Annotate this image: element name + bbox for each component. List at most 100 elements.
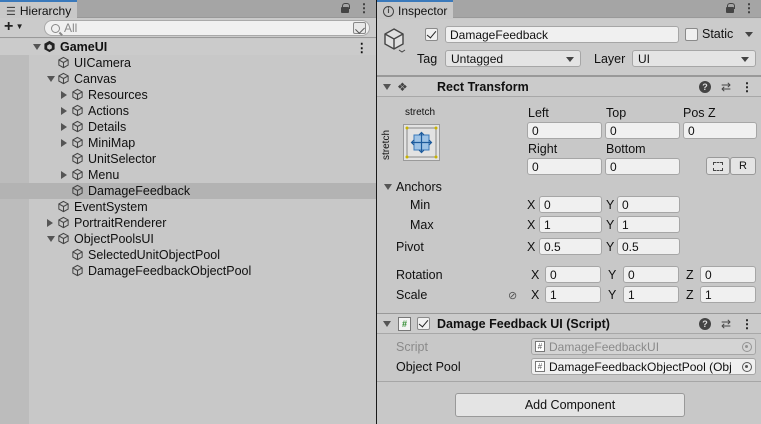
hierarchy-row[interactable]: GameUI ⋮ (0, 39, 376, 55)
object-pool-value: DamageFeedbackObjectPool (Obj (549, 360, 732, 374)
scale-x-field[interactable]: 1 (545, 286, 601, 303)
scale-y-field[interactable]: 1 (623, 286, 679, 303)
active-checkbox[interactable] (425, 28, 438, 41)
collapse-arrow-icon[interactable] (383, 321, 391, 327)
gameobject-icon (72, 136, 83, 149)
script-value: DamageFeedbackUI (549, 340, 660, 354)
hierarchy-row[interactable]: DamageFeedback (0, 183, 376, 199)
gameobject-header: DamageFeedback Static Tag Untagged Layer… (377, 19, 761, 76)
rotation-y-field[interactable]: 0 (623, 266, 679, 283)
bottom-label: Bottom (606, 142, 646, 156)
rotation-x-field[interactable]: 0 (545, 266, 601, 283)
rotation-z-field[interactable]: 0 (700, 266, 756, 283)
gameobject-icon (72, 120, 83, 133)
expanded-arrow-icon[interactable] (33, 44, 41, 50)
tab-hierarchy[interactable]: ☰ Hierarchy (0, 0, 78, 18)
anchor-min-x-field[interactable]: 0 (539, 196, 602, 213)
add-component-button[interactable]: Add Component (455, 393, 685, 417)
hierarchy-row[interactable]: Resources (0, 87, 376, 103)
help-icon[interactable]: ? (698, 318, 711, 330)
hierarchy-row[interactable]: UICamera (0, 55, 376, 71)
component-menu-icon[interactable]: ⋮ (741, 81, 753, 93)
hierarchy-row[interactable]: PortraitRenderer (0, 215, 376, 231)
kebab-menu-icon[interactable]: ⋮ (743, 2, 755, 14)
anchor-max-x-field[interactable]: 1 (539, 216, 602, 233)
gameobject-icon (58, 56, 69, 69)
presets-icon[interactable]: ⇄ (721, 317, 731, 331)
hierarchy-row[interactable]: SelectedUnitObjectPool (0, 247, 376, 263)
collapsed-arrow-icon[interactable] (61, 91, 67, 99)
hierarchy-row[interactable]: Details (0, 119, 376, 135)
bottom-field[interactable]: 0 (605, 158, 680, 175)
component-menu-icon[interactable]: ⋮ (741, 318, 753, 330)
rect-transform-header[interactable]: ❖ Rect Transform ? ⇄ ⋮ (377, 76, 761, 97)
left-field[interactable]: 0 (527, 122, 602, 139)
collapsed-arrow-icon[interactable] (61, 171, 67, 179)
hierarchy-row[interactable]: DamageFeedbackObjectPool (0, 263, 376, 279)
hierarchy-row-label: Details (88, 120, 127, 134)
create-dropdown-button[interactable]: + ▼ (4, 19, 24, 35)
hierarchy-row[interactable]: UnitSelector (0, 151, 376, 167)
constrain-proportions-icon[interactable]: ⊘ (508, 289, 517, 302)
kebab-menu-icon[interactable]: ⋮ (358, 2, 370, 14)
hierarchy-row-label: DamageFeedback (88, 184, 191, 198)
right-field[interactable]: 0 (527, 158, 602, 175)
static-checkbox[interactable] (685, 28, 698, 41)
tab-inspector[interactable]: i Inspector (377, 0, 454, 18)
component-enabled-checkbox[interactable] (417, 317, 430, 330)
anchor-max-y-field[interactable]: 1 (617, 216, 680, 233)
object-picker-icon[interactable] (742, 362, 752, 372)
hierarchy-row-label: SelectedUnitObjectPool (88, 248, 221, 262)
static-label: Static (702, 27, 734, 41)
anchor-preset-button[interactable] (403, 124, 440, 161)
hierarchy-row[interactable]: Menu (0, 167, 376, 183)
posz-field[interactable]: 0 (683, 122, 757, 139)
expanded-arrow-icon[interactable] (47, 236, 55, 242)
collapsed-arrow-icon[interactable] (61, 107, 67, 115)
hierarchy-row[interactable]: Canvas (0, 71, 376, 87)
pivot-x-field[interactable]: 0.5 (539, 238, 602, 255)
pivot-y-field[interactable]: 0.5 (617, 238, 680, 255)
collapse-arrow-icon[interactable] (383, 84, 391, 90)
hierarchy-tab-bar: ☰ Hierarchy ⋮ (0, 0, 376, 18)
hierarchy-row[interactable]: Actions (0, 103, 376, 119)
top-label: Top (606, 106, 627, 120)
collapsed-arrow-icon[interactable] (61, 139, 67, 147)
expanded-arrow-icon[interactable] (47, 76, 55, 82)
layer-dropdown[interactable]: UI (632, 50, 756, 67)
collapsed-arrow-icon[interactable] (47, 219, 53, 227)
gameobject-icon (72, 104, 83, 117)
top-field[interactable]: 0 (605, 122, 680, 139)
hierarchy-row-label: ObjectPoolsUI (74, 232, 154, 246)
hierarchy-row-label: EventSystem (74, 200, 148, 214)
search-icon (51, 23, 60, 33)
hierarchy-row[interactable]: MiniMap (0, 135, 376, 151)
anchors-expand-arrow-icon[interactable] (384, 184, 392, 190)
hierarchy-row[interactable]: ObjectPoolsUI (0, 231, 376, 247)
dropdown-arrow-icon: ▼ (13, 22, 24, 31)
tag-dropdown[interactable]: Untagged (445, 50, 581, 67)
object-pool-field[interactable]: # DamageFeedbackObjectPool (Obj (531, 358, 756, 375)
rotation-label: Rotation (396, 268, 443, 282)
search-input[interactable]: All (44, 20, 370, 36)
help-icon[interactable]: ? (698, 81, 711, 93)
script-component-header[interactable]: # Damage Feedback UI (Script) ? ⇄ ⋮ (377, 313, 761, 334)
lock-icon[interactable] (726, 3, 735, 13)
presets-icon[interactable]: ⇄ (721, 80, 731, 94)
scene-menu-icon[interactable]: ⋮ (356, 40, 369, 55)
script-component-title: Damage Feedback UI (Script) (437, 317, 610, 331)
collapsed-arrow-icon[interactable] (61, 123, 67, 131)
scale-y-label: Y (608, 288, 617, 302)
lock-icon[interactable] (341, 3, 350, 13)
gameobject-icon (72, 88, 83, 101)
gameobject-icon[interactable] (382, 27, 406, 53)
raw-edit-button[interactable]: R (730, 157, 756, 175)
rot-x-label: X (531, 268, 540, 282)
static-dropdown-arrow-icon[interactable] (745, 32, 753, 37)
object-name-field[interactable]: DamageFeedback (445, 26, 679, 43)
anchor-min-y-field[interactable]: 0 (617, 196, 680, 213)
hierarchy-row[interactable]: EventSystem (0, 199, 376, 215)
filter-icon[interactable] (353, 22, 366, 34)
scale-z-field[interactable]: 1 (700, 286, 756, 303)
blueprint-mode-button[interactable] (706, 157, 730, 175)
